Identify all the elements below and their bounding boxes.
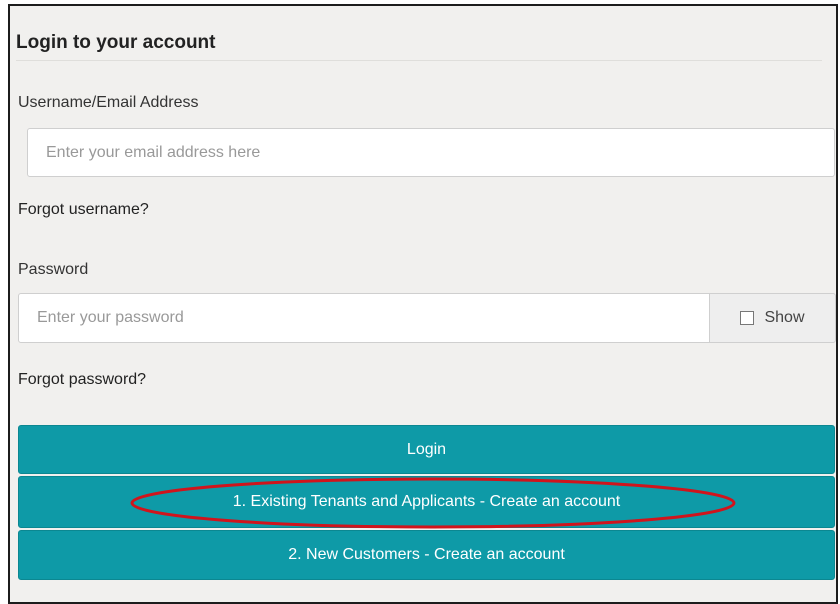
- username-label: Username/Email Address: [18, 94, 199, 111]
- login-button[interactable]: Login: [18, 425, 835, 474]
- show-password-checkbox[interactable]: [740, 311, 755, 325]
- existing-tenants-create-account-button[interactable]: 1. Existing Tenants and Applicants - Cre…: [18, 476, 835, 528]
- show-password-toggle[interactable]: Show: [709, 293, 836, 343]
- panel-title: Login to your account: [16, 32, 216, 53]
- username-field[interactable]: [27, 128, 835, 177]
- password-input[interactable]: [37, 309, 691, 327]
- forgot-password-link[interactable]: Forgot password?: [18, 371, 146, 389]
- forgot-username-link[interactable]: Forgot username?: [18, 201, 149, 219]
- show-password-label: Show: [764, 309, 805, 326]
- username-input[interactable]: [46, 143, 816, 162]
- password-group: Show: [18, 293, 836, 343]
- password-label: Password: [18, 261, 89, 278]
- password-field[interactable]: [18, 293, 710, 343]
- title-divider: [16, 60, 822, 61]
- new-customers-create-account-button[interactable]: 2. New Customers - Create an account: [18, 530, 835, 580]
